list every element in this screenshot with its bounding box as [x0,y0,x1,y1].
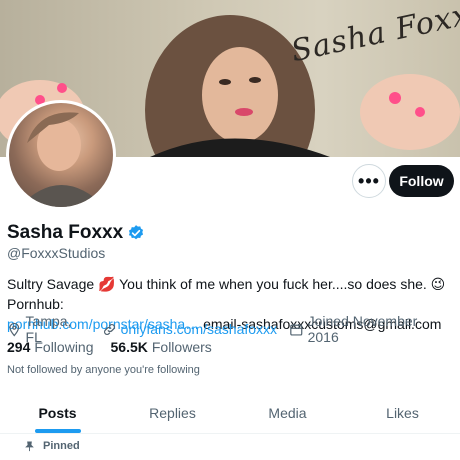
link-icon [103,323,115,335]
verified-badge-icon[interactable] [127,224,145,242]
profile-tabs: Posts Replies Media Likes [0,392,460,434]
following-link[interactable]: 294 Following [7,339,94,355]
pinned-indicator: Pinned [24,440,80,452]
display-name: Sasha Foxxx [7,222,124,243]
tab-posts[interactable]: Posts [0,392,115,433]
following-label: Following [34,339,94,355]
calendar-icon [290,323,303,336]
follow-button[interactable]: Follow [389,165,454,197]
handle: @FoxxxStudios [7,245,106,261]
tab-replies[interactable]: Replies [115,392,230,433]
tab-likes[interactable]: Likes [345,392,460,433]
avatar-photo [9,103,113,207]
followers-link[interactable]: 56.5K Followers [111,339,212,355]
pin-icon [25,440,34,451]
followers-label: Followers [151,339,212,355]
bio-text: Sultry Savage 💋 You think of me when you… [7,276,446,312]
avatar[interactable] [6,100,116,210]
location-icon [9,322,20,336]
following-count: 294 [7,339,31,355]
not-followed-notice: Not followed by anyone you're following [7,364,200,376]
website-link[interactable]: onlyfans.com/sashafoxxx [121,321,277,337]
tab-media[interactable]: Media [230,392,345,433]
pinned-label: Pinned [43,440,80,452]
joined-date: Joined November 2016 [307,313,418,345]
more-options-button[interactable]: ••• [352,164,386,198]
followers-count: 56.5K [110,339,148,355]
